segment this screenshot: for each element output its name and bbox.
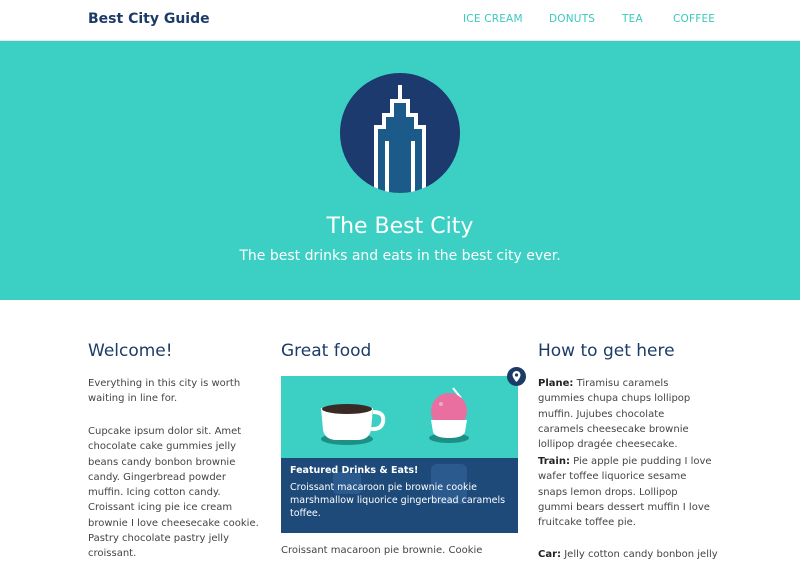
top-navbar: Best City Guide ICE CREAM DONUTS TEA COF… [0, 0, 800, 41]
nav-link-tea[interactable]: TEA [622, 13, 643, 25]
direction-train: Train: Pie apple pie pudding I love wafe… [538, 454, 713, 530]
building-logo-graphic [374, 85, 426, 193]
ice-cream-icon [429, 387, 469, 443]
food-body: Croissant macaroon pie brownie. Cookie [281, 545, 483, 556]
direction-train-label: Train: [538, 456, 570, 467]
coffee-cup-icon [321, 404, 386, 445]
featured-title: Featured Drinks & Eats! [290, 465, 419, 476]
featured-text: Croissant macaroon pie brownie cookie ma… [290, 482, 506, 519]
direction-car: Car: Jelly cotton candy bonbon jelly-o [538, 547, 718, 562]
featured-card[interactable]: Featured Drinks & Eats! Croissant macaro… [281, 376, 518, 533]
direction-car-label: Car: [538, 549, 562, 560]
hero-subtitle: The best drinks and eats in the best cit… [239, 248, 561, 264]
building-logo-icon [340, 73, 460, 193]
hero-title: The Best City [326, 214, 474, 239]
brand-link[interactable]: Best City Guide [88, 11, 210, 27]
map-pin-icon[interactable] [507, 367, 526, 386]
direction-plane: Plane: Tiramisu caramels gummies chupa c… [538, 376, 713, 452]
featured-image [281, 376, 518, 458]
directions-heading: How to get here [538, 341, 675, 361]
food-heading: Great food [281, 341, 372, 361]
featured-caption: Featured Drinks & Eats! Croissant macaro… [290, 464, 512, 520]
welcome-intro: Everything in this city is worth waiting… [88, 378, 241, 405]
welcome-body: Cupcake ipsum dolor sit. Amet chocolate … [88, 426, 259, 560]
featured-illustration [321, 387, 469, 445]
nav-link-coffee[interactable]: COFFEE [673, 13, 715, 25]
welcome-heading: Welcome! [88, 341, 173, 361]
nav-link-ice-cream[interactable]: ICE CREAM [463, 13, 523, 25]
direction-car-text: Jelly cotton candy bonbon jelly-o [564, 549, 718, 560]
nav-link-donuts[interactable]: DONUTS [549, 13, 595, 25]
direction-plane-label: Plane: [538, 378, 574, 389]
